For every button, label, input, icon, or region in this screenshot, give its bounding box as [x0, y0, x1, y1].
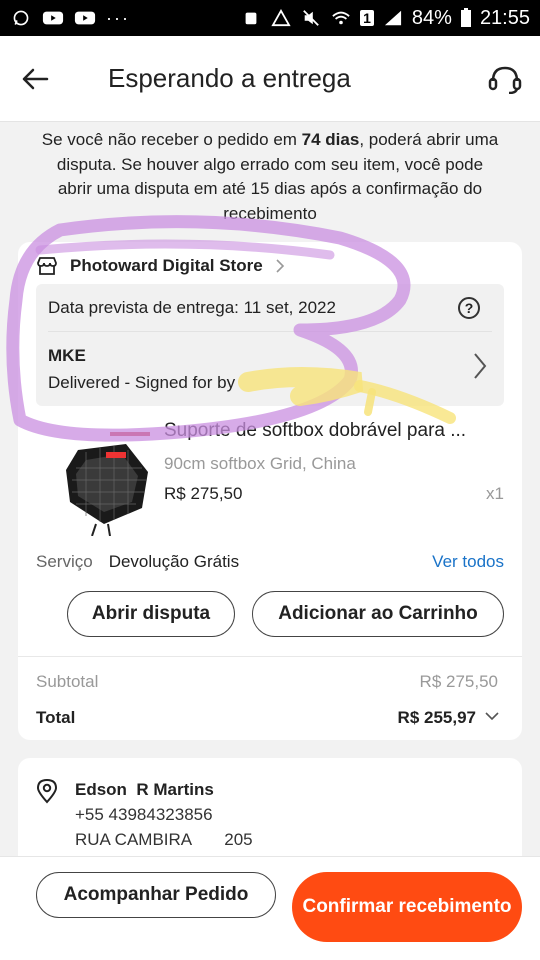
product-image[interactable]	[56, 432, 160, 536]
chevron-down-icon[interactable]	[484, 710, 500, 722]
order-card: Photoward Digital Store Data prevista de…	[18, 242, 522, 740]
youtube-icon	[74, 11, 96, 25]
whatsapp-icon	[13, 10, 29, 26]
status-bar: ··· 1 84% 21:55	[0, 0, 540, 36]
back-arrow-icon	[22, 68, 49, 89]
app-header: Esperando a entrega	[0, 36, 540, 122]
divider	[18, 656, 522, 657]
sim-badge: 1	[360, 10, 374, 26]
battery-icon	[460, 8, 471, 27]
view-all-link[interactable]: Ver todos	[432, 552, 504, 572]
product-quantity: x1	[486, 484, 504, 503]
more-notifications-icon: ···	[106, 7, 130, 28]
tracking-status[interactable]: Delivered - Signed for by	[48, 373, 235, 393]
confirm-receipt-button[interactable]: Confirmar recebimento	[292, 872, 522, 942]
warning-icon	[271, 9, 291, 27]
total-value[interactable]: R$ 255,97	[398, 708, 476, 728]
subtotal-value: R$ 275,50	[419, 672, 498, 691]
help-icon[interactable]: ?	[458, 297, 480, 319]
chevron-right-icon	[276, 259, 284, 273]
wifi-icon	[332, 11, 350, 25]
store-name: Photoward Digital Store	[70, 256, 263, 275]
battery-percent: 84%	[411, 6, 452, 29]
service-row: Serviço Devolução Grátis Ver todos	[36, 552, 504, 572]
carrier-name: MKE	[48, 346, 86, 365]
open-dispute-button[interactable]: Abrir disputa	[67, 591, 235, 637]
service-label: Serviço	[36, 552, 93, 571]
store-link[interactable]: Photoward Digital Store	[36, 254, 285, 278]
recipient-street: RUA CAMBIRA 205	[75, 830, 253, 849]
location-pin-icon	[36, 778, 58, 804]
system-icons: 1 84% 21:55	[240, 7, 530, 30]
youtube-icon	[42, 11, 64, 25]
product-title[interactable]: Suporte de softbox dobrável para ...	[164, 420, 504, 442]
recipient-name: Edson R Martins	[75, 780, 214, 799]
notification-icons: ···	[10, 8, 130, 29]
total-label: Total	[36, 708, 76, 727]
recipient-phone: +55 43984323856	[75, 805, 213, 824]
delivery-estimate-text: Data prevista de entrega: 11 set, 2022	[48, 297, 336, 317]
clock: 21:55	[479, 6, 530, 29]
back-button[interactable]	[0, 36, 70, 122]
add-to-cart-button[interactable]: Adicionar ao Carrinho	[252, 591, 504, 637]
subtotal-label: Subtotal	[36, 672, 99, 691]
signal-icon	[384, 10, 402, 26]
notice-text-start: Se você não receber o pedido em	[41, 130, 302, 149]
page-title: Esperando a entrega	[108, 63, 351, 93]
product-variant: 90cm softbox Grid, China	[164, 454, 356, 473]
store-icon	[37, 257, 57, 275]
customer-service-button[interactable]	[470, 36, 540, 122]
delivery-info-box: Data prevista de entrega: 11 set, 2022 ?…	[36, 284, 504, 406]
track-order-button[interactable]: Acompanhar Pedido	[36, 872, 276, 918]
headset-icon	[488, 66, 522, 94]
bottom-action-bar: Acompanhar Pedido Confirmar recebimento	[0, 856, 540, 960]
product-price: R$ 275,50	[164, 484, 243, 503]
notice-days: 74 dias	[301, 130, 360, 149]
service-value: Devolução Grátis	[108, 552, 240, 571]
dispute-notice: Se você não receber o pedido em 74 dias,…	[40, 128, 500, 226]
delivery-estimate: Data prevista de entrega: 11 set, 2022 ?	[48, 284, 492, 332]
chevron-right-icon[interactable]	[472, 352, 488, 380]
address-card: Edson R Martins +55 43984323856 RUA CAMB…	[18, 758, 522, 868]
mute-icon	[303, 10, 319, 26]
alarm-icon	[245, 12, 257, 25]
